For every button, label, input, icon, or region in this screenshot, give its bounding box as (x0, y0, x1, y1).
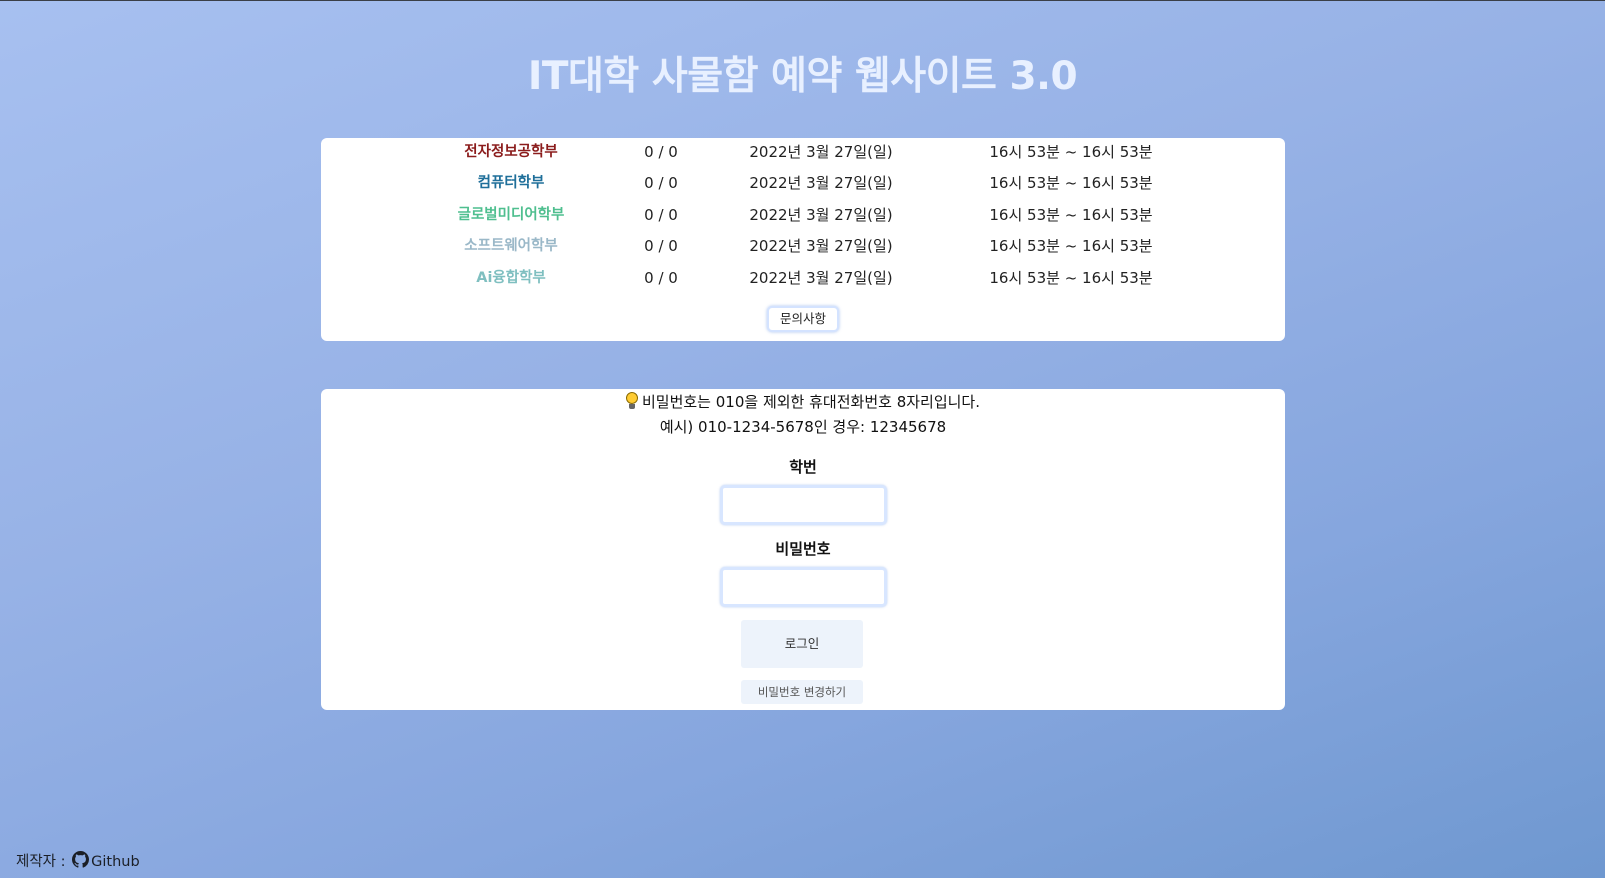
reservation-time: 16시 53분 ~ 16시 53분 (989, 237, 1153, 255)
password-notice-text: 비밀번호는 010을 제외한 휴대전화번호 8자리입니다. (641, 393, 981, 411)
reservation-date: 2022년 3월 27일(일) (749, 269, 893, 287)
locker-count: 0 / 0 (644, 206, 678, 224)
locker-count: 0 / 0 (644, 143, 678, 161)
login-card: 비밀번호는 010을 제외한 휴대전화번호 8자리입니다. 예시) 010-12… (321, 389, 1285, 710)
status-row: 컴퓨터학부 0 / 0 2022년 3월 27일(일) 16시 53분 ~ 16… (321, 170, 1285, 196)
student-id-label: 학번 (789, 458, 817, 476)
reservation-time: 16시 53분 ~ 16시 53분 (989, 174, 1153, 192)
footer: 제작자 : Github (16, 850, 140, 871)
reservation-time: 16시 53분 ~ 16시 53분 (989, 206, 1153, 224)
locker-count: 0 / 0 (644, 269, 678, 287)
status-row: Ai융합학부 0 / 0 2022년 3월 27일(일) 16시 53분 ~ 1… (321, 265, 1285, 291)
lightbulb-icon (625, 392, 638, 410)
reservation-date: 2022년 3월 27일(일) (749, 237, 893, 255)
reservation-date: 2022년 3월 27일(일) (749, 143, 893, 161)
student-id-input[interactable] (720, 485, 887, 525)
locker-count: 0 / 0 (644, 174, 678, 192)
locker-count: 0 / 0 (644, 237, 678, 255)
dept-name: 소프트웨어학부 (464, 238, 558, 254)
status-row: 전자정보공학부 0 / 0 2022년 3월 27일(일) 16시 53분 ~ … (321, 139, 1285, 165)
reservation-date: 2022년 3월 27일(일) (749, 174, 893, 192)
login-button[interactable]: 로그인 (741, 620, 863, 668)
github-icon (72, 851, 90, 868)
dept-name: 전자정보공학부 (464, 144, 558, 160)
page-title: IT대학 사물함 예약 웹사이트 3.0 (527, 54, 1078, 99)
github-link[interactable]: Github (70, 851, 140, 870)
dept-name: 컴퓨터학부 (477, 175, 545, 191)
dept-name: Ai융합학부 (476, 270, 546, 286)
password-example: 예시) 010-1234-5678인 경우: 12345678 (659, 418, 947, 436)
status-row: 소프트웨어학부 0 / 0 2022년 3월 27일(일) 16시 53분 ~ … (321, 233, 1285, 259)
github-label: Github (91, 854, 140, 870)
reservation-time: 16시 53분 ~ 16시 53분 (989, 269, 1153, 287)
locker-status-card: 전자정보공학부 0 / 0 2022년 3월 27일(일) 16시 53분 ~ … (321, 138, 1285, 341)
inquiry-button[interactable]: 문의사항 (767, 306, 839, 332)
change-password-button[interactable]: 비밀번호 변경하기 (741, 680, 863, 704)
reservation-date: 2022년 3월 27일(일) (749, 206, 893, 224)
password-notice: 비밀번호는 010을 제외한 휴대전화번호 8자리입니다. (321, 391, 1285, 412)
password-label: 비밀번호 (775, 540, 831, 558)
reservation-time: 16시 53분 ~ 16시 53분 (989, 143, 1153, 161)
password-input[interactable] (720, 567, 887, 607)
maker-label: 제작자 : (16, 854, 66, 870)
dept-name: 글로벌미디어학부 (457, 207, 565, 223)
status-row: 글로벌미디어학부 0 / 0 2022년 3월 27일(일) 16시 53분 ~… (321, 202, 1285, 228)
